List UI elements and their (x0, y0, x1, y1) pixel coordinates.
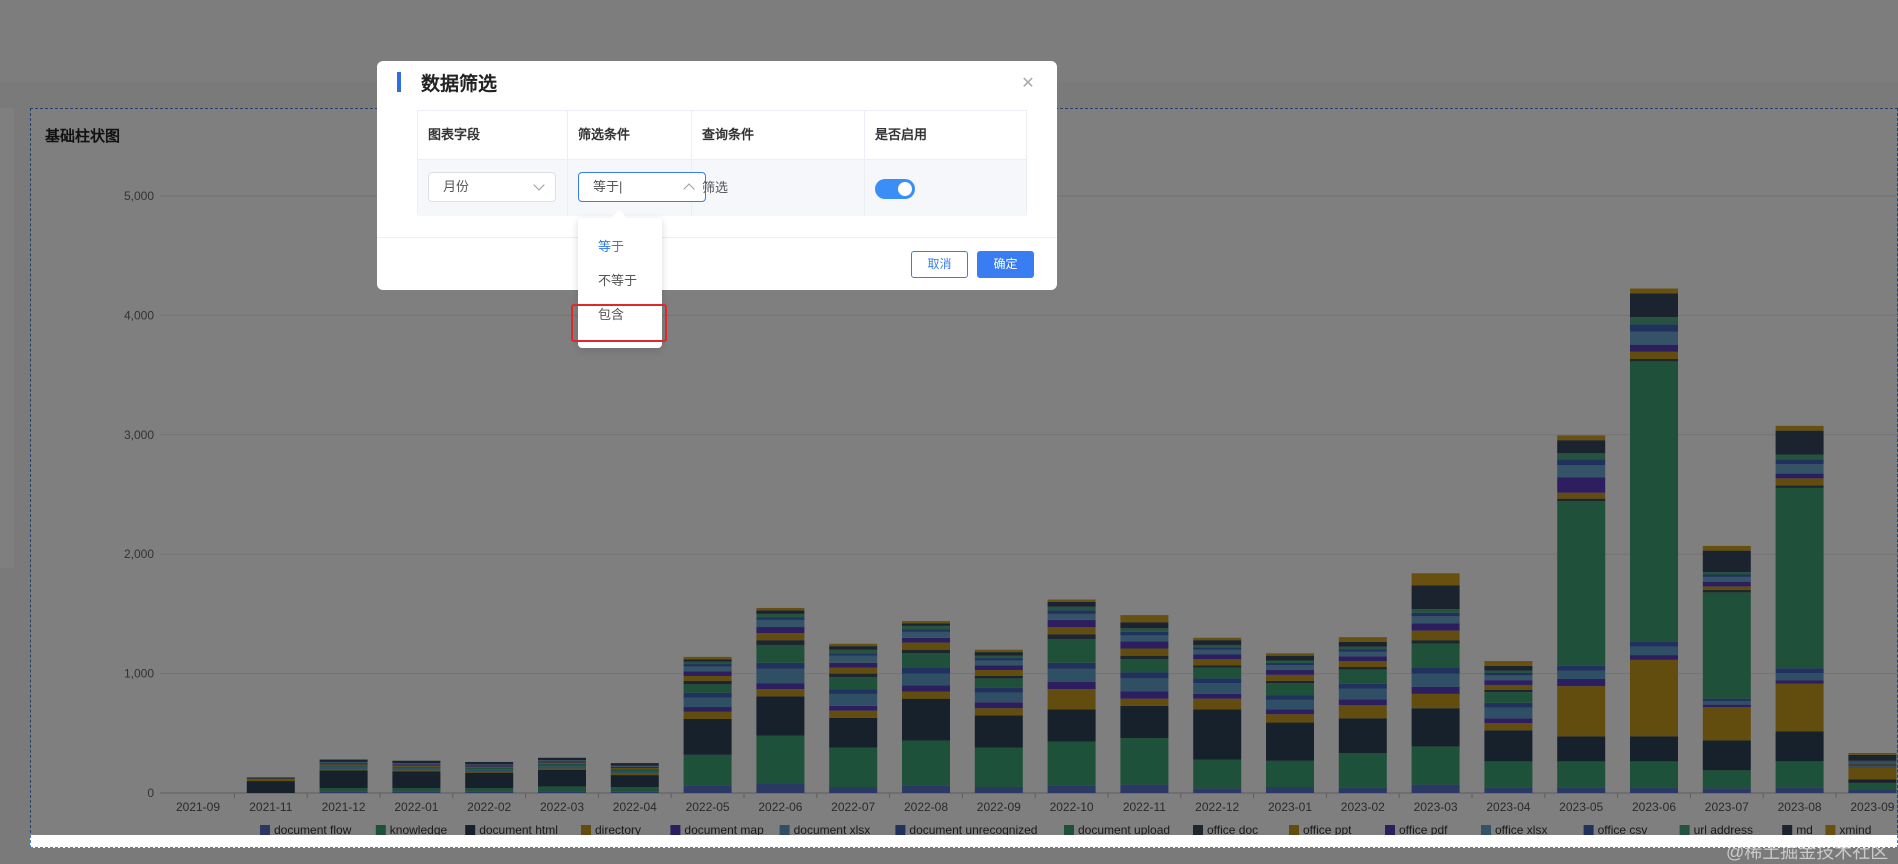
field-select[interactable]: 月份 (428, 172, 556, 202)
table-row: 月份 等于| 筛选 (418, 159, 1026, 216)
footer-divider (377, 237, 1057, 238)
dialog-title: 数据筛选 (421, 74, 498, 95)
option-not-equals[interactable]: 不等于 (578, 264, 662, 298)
title-accent-bar (397, 72, 401, 92)
filter-table: 图表字段 筛选条件 查询条件 是否启用 月份 等于| 筛选 (417, 110, 1027, 216)
condition-select-value: 等于| (593, 179, 623, 194)
highlight-box (571, 304, 667, 342)
cancel-button[interactable]: 取消 (911, 251, 968, 278)
watermark: @稀土掘金技术社区 (1726, 842, 1889, 862)
cell-query: 筛选 (692, 160, 865, 216)
cell-field: 月份 (418, 160, 568, 216)
confirm-button[interactable]: 确定 (977, 251, 1034, 278)
option-equals[interactable]: 等于 (578, 230, 662, 264)
cell-enabled (865, 160, 1026, 216)
close-icon[interactable]: ✕ (1021, 76, 1035, 92)
chevron-down-icon (533, 179, 545, 191)
query-value: 筛选 (702, 180, 729, 195)
condition-select[interactable]: 等于| (578, 172, 706, 202)
header-enabled: 是否启用 (875, 127, 928, 142)
field-select-value: 月份 (443, 179, 470, 194)
header-query-condition: 查询条件 (692, 111, 865, 159)
cell-condition: 等于| (568, 160, 706, 216)
enabled-toggle[interactable] (875, 179, 915, 199)
filter-dialog: 数据筛选 ✕ 图表字段 筛选条件 查询条件 是否启用 月份 等于| 筛选 取消 … (377, 61, 1057, 290)
header-chart-field: 图表字段 (418, 111, 568, 159)
header-filter-condition: 筛选条件 (568, 111, 692, 159)
toggle-knob (898, 182, 912, 196)
